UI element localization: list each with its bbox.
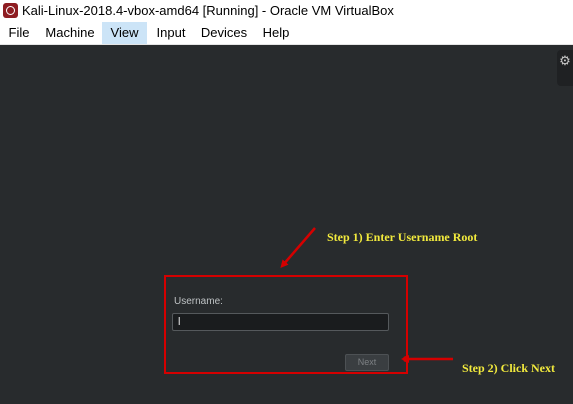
step2-annotation: Step 2) Click Next bbox=[462, 361, 555, 375]
title-bar: Kali-Linux-2018.4-vbox-amd64 [Running] -… bbox=[0, 0, 573, 22]
menu-machine[interactable]: Machine bbox=[42, 22, 98, 44]
menu-bar: File Machine View Input Devices Help bbox=[0, 22, 573, 45]
menu-help[interactable]: Help bbox=[258, 22, 294, 44]
window-title: Kali-Linux-2018.4-vbox-amd64 [Running] -… bbox=[22, 3, 394, 18]
menu-input[interactable]: Input bbox=[152, 22, 190, 44]
menu-view[interactable]: View bbox=[102, 22, 147, 44]
step1-annotation: Step 1) Enter Username Root bbox=[327, 230, 478, 244]
menu-devices[interactable]: Devices bbox=[198, 22, 250, 44]
menu-file[interactable]: File bbox=[4, 22, 34, 44]
virtualbox-icon bbox=[3, 3, 18, 18]
gear-icon: ⚙ bbox=[559, 53, 571, 68]
settings-tab[interactable]: ⚙ bbox=[557, 50, 573, 86]
highlight-box bbox=[164, 275, 408, 374]
